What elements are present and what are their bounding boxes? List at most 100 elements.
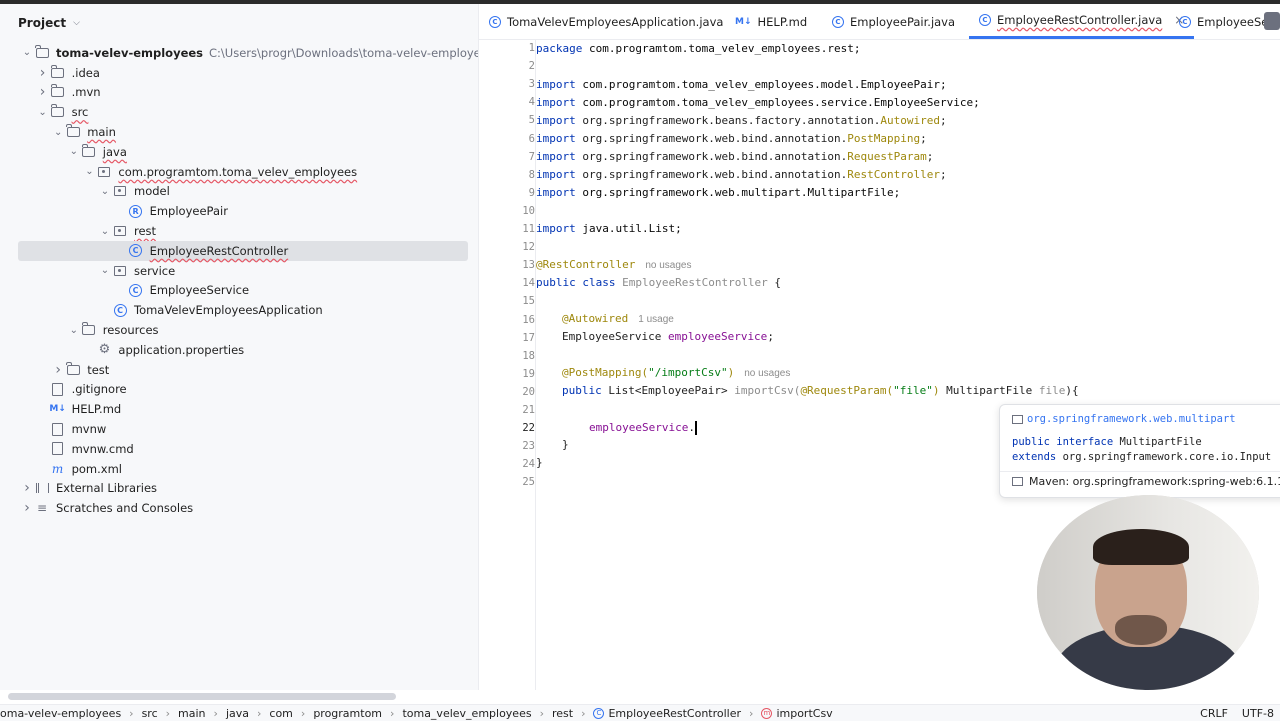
- breadcrumb-item[interactable]: src: [142, 707, 158, 720]
- code-line-8: import org.springframework.web.bind.anno…: [536, 168, 947, 181]
- tab-employee-pair[interactable]: C EmployeePair.java: [832, 4, 955, 39]
- horizontal-scrollbar[interactable]: [8, 693, 396, 700]
- quick-documentation-popup[interactable]: org.springframework.web.multipart public…: [999, 404, 1280, 498]
- tree-item[interactable]: ⌄ main: [0, 122, 478, 142]
- breadcrumb-item[interactable]: toma_velev_employees: [402, 707, 531, 720]
- project-tree: ⌄ toma-velev-employees C:\Users\progr\Down…: [0, 43, 478, 518]
- markdown-icon: M↓: [735, 16, 752, 27]
- tree-item[interactable]: mvnw: [0, 419, 478, 439]
- tree-item[interactable]: mvnw.cmd: [0, 439, 478, 459]
- class-icon: C: [593, 707, 605, 719]
- tab-label: HELP.md: [757, 14, 808, 29]
- class-icon: C: [979, 14, 991, 26]
- breadcrumb-item[interactable]: importCsv: [776, 707, 832, 720]
- chevron-down-icon[interactable]: ⌄: [98, 186, 112, 197]
- code-line-9: import org.springframework.web.multipart…: [536, 186, 901, 199]
- breadcrumb-item[interactable]: EmployeeRestController: [608, 707, 741, 720]
- tree-item-label: .idea: [71, 65, 100, 80]
- class-icon: C: [128, 244, 144, 258]
- breadcrumb-item[interactable]: oma-velev-employees: [0, 707, 121, 720]
- tree-item[interactable]: › ≡ Scratches and Consoles: [0, 498, 478, 518]
- chevron-right-icon[interactable]: ›: [20, 480, 34, 496]
- tree-item[interactable]: › External Libraries: [0, 479, 478, 499]
- tree-item[interactable]: ⌄ model: [0, 182, 478, 202]
- encoding-indicator[interactable]: UTF-8: [1242, 707, 1274, 720]
- chevron-right-icon[interactable]: ›: [51, 362, 65, 378]
- breadcrumb-separator: ›: [213, 706, 218, 720]
- tree-item[interactable]: › .idea: [0, 63, 478, 83]
- tree-item[interactable]: ⌄ com.programtom.toma_velev_employees: [0, 162, 478, 182]
- tab-toma-velev-employees-application[interactable]: C TomaVelevEmployeesApplication.java: [489, 4, 723, 39]
- popup-declaration: public interface MultipartFile extends o…: [1012, 436, 1272, 463]
- project-view-selector[interactable]: Project ⌵: [18, 14, 80, 32]
- code-line-23: }: [562, 438, 569, 451]
- code-line-11: import java.util.List;: [536, 222, 682, 235]
- tree-item[interactable]: › test: [0, 360, 478, 380]
- folder-icon: [81, 322, 97, 337]
- tree-item[interactable]: .gitignore: [0, 380, 478, 400]
- line-number: 5: [528, 114, 535, 127]
- chevron-down-icon[interactable]: ⌄: [98, 265, 112, 276]
- tree-item[interactable]: ⌄ resources: [0, 320, 478, 340]
- line-number: 23: [522, 440, 535, 453]
- line-number: 4: [528, 96, 535, 109]
- tree-item[interactable]: ⚙ application.properties: [0, 340, 478, 360]
- tree-item[interactable]: ⌄ rest: [0, 221, 478, 241]
- tabs-overflow-icon[interactable]: [1264, 12, 1280, 30]
- scratches-icon: ≡: [36, 501, 48, 516]
- breadcrumb-separator: ›: [390, 706, 395, 720]
- folder-icon: [65, 361, 81, 377]
- chevron-down-icon[interactable]: ⌄: [67, 146, 81, 157]
- popup-library-source[interactable]: Maven: org.springframework:spring-web:6.…: [1012, 475, 1280, 488]
- tree-item[interactable]: C EmployeeRestController: [18, 240, 468, 261]
- breadcrumb-item[interactable]: programtom: [313, 707, 382, 720]
- chevron-down-icon[interactable]: ⌄: [98, 226, 112, 237]
- chevron-right-icon[interactable]: ›: [36, 65, 50, 81]
- code-line-24: }: [536, 456, 543, 469]
- chevron-down-icon[interactable]: ⌄: [36, 107, 50, 118]
- chevron-down-icon: ⌵: [73, 18, 80, 28]
- chevron-down-icon[interactable]: ⌄: [67, 325, 81, 336]
- tree-item-label: .gitignore: [71, 382, 127, 397]
- code-line-14: public class EmployeeRestController {: [536, 276, 782, 289]
- popup-package[interactable]: org.springframework.web.multipart: [1012, 413, 1236, 425]
- usage-hint: no usages: [645, 260, 692, 271]
- tree-item[interactable]: ⌄ java: [0, 142, 478, 162]
- chevron-down-icon[interactable]: ⌄: [20, 47, 34, 58]
- tab-employee-rest-controller[interactable]: C EmployeeRestController.java ×: [969, 4, 1195, 39]
- tree-item[interactable]: ⌄ toma-velev-employees C:\Users\progr\Down…: [0, 43, 478, 63]
- tree-item[interactable]: ⌄ src: [0, 102, 478, 122]
- tree-item[interactable]: ⌄ service: [0, 261, 478, 281]
- code-line-4: import com.programtom.toma_velev_employe…: [536, 96, 980, 109]
- breadcrumb-separator: ›: [300, 706, 306, 720]
- line-ending-indicator[interactable]: CRLF: [1200, 707, 1228, 720]
- code-line-19: @PostMapping("/importCsv") no usages: [562, 366, 791, 379]
- chevron-down-icon[interactable]: ⌄: [51, 127, 65, 138]
- tree-item[interactable]: › .mvn: [0, 83, 478, 103]
- chevron-right-icon[interactable]: ›: [20, 500, 34, 516]
- tree-item-label: test: [87, 362, 110, 377]
- file-icon: [50, 382, 66, 396]
- breadcrumb-separator: ›: [257, 706, 262, 720]
- tree-item-label: HELP.md: [71, 402, 122, 417]
- tree-item[interactable]: M↓ HELP.md: [0, 399, 478, 419]
- tree-item-label: src: [71, 105, 89, 120]
- breadcrumb-item[interactable]: java: [226, 707, 249, 720]
- code-area[interactable]: package com.programtom.toma_velev_employ…: [536, 40, 1079, 469]
- tree-item[interactable]: m pom.xml: [0, 459, 478, 479]
- tree-item[interactable]: C EmployeeService: [0, 281, 478, 301]
- webcam-overlay: [1037, 495, 1259, 690]
- tree-item-label: service: [134, 263, 176, 278]
- tree-item[interactable]: C TomaVelevEmployeesApplication: [0, 300, 478, 320]
- breadcrumb-item[interactable]: com: [269, 707, 293, 720]
- class-icon: C: [1179, 15, 1191, 28]
- breadcrumb-item[interactable]: main: [178, 707, 205, 720]
- tree-item[interactable]: R EmployeePair: [0, 201, 478, 221]
- breadcrumb-item[interactable]: rest: [552, 707, 573, 720]
- chevron-down-icon[interactable]: ⌄: [82, 166, 96, 177]
- tab-help-md[interactable]: M↓ HELP.md: [735, 4, 807, 39]
- chevron-right-icon[interactable]: ›: [36, 84, 50, 100]
- tree-item-label: mvnw.cmd: [71, 441, 134, 456]
- tab-label: EmployeePair.java: [850, 14, 956, 29]
- breadcrumb-separator: ›: [539, 706, 544, 720]
